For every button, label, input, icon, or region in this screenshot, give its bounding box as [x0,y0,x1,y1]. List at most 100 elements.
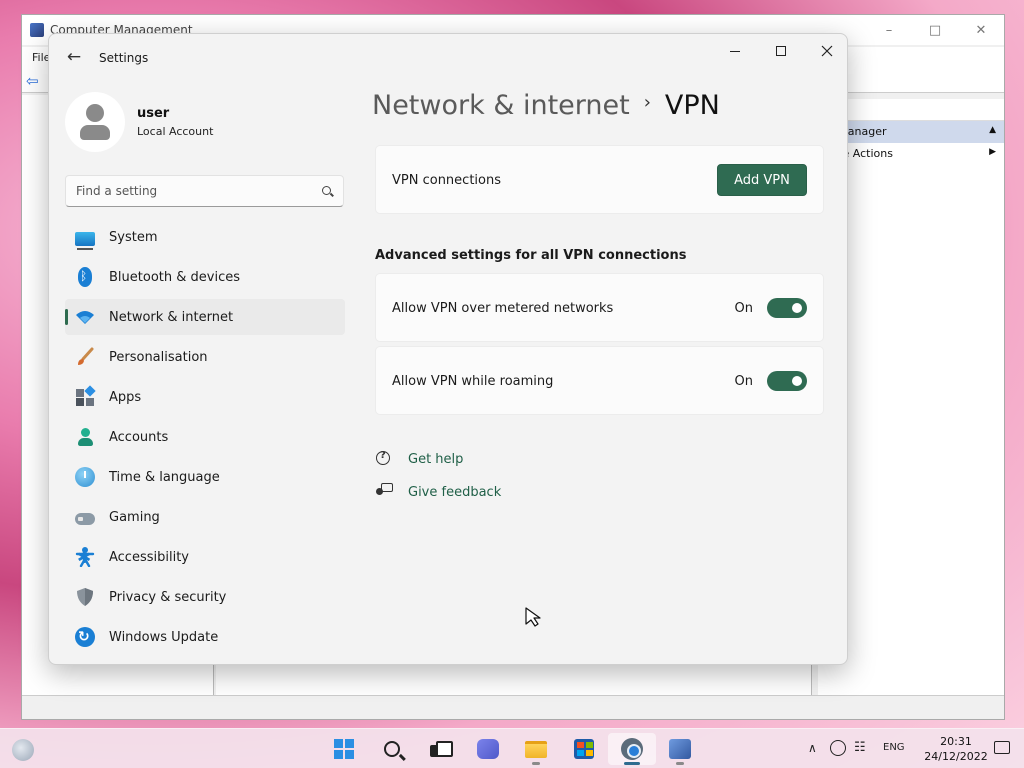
sidebar-item-windows-update[interactable]: Windows Update [65,619,345,655]
user-account-type: Local Account [137,125,214,138]
sidebar-item-time-language[interactable]: Time & language [65,459,345,495]
minimize-icon [730,50,740,52]
sidebar-item-label: Privacy & security [109,589,227,605]
maximize-button[interactable] [758,34,804,68]
cm-back-arrow-icon[interactable]: ⇦ [26,72,44,90]
get-help-link[interactable]: Get help [375,447,463,471]
cm-maximize-button[interactable]: □ [912,15,958,45]
system-icon [75,231,95,250]
clock-date: 24/12/2022 [924,750,988,763]
sidebar-item-apps[interactable]: Apps [65,379,345,415]
minimize-button[interactable] [712,34,758,68]
sidebar-item-label: Accessibility [109,549,189,565]
breadcrumb-chevron-icon: › [643,92,651,113]
sidebar-item-label: Accounts [109,429,169,445]
close-button[interactable] [804,34,847,68]
computer-management-icon [30,23,44,37]
close-icon [821,45,833,57]
give-feedback-link[interactable]: Give feedback [375,480,501,504]
user-name: user [137,106,170,121]
roaming-toggle[interactable] [767,371,807,391]
toggle-knob [792,376,802,386]
language-indicator[interactable]: ENG [883,742,905,753]
network-icon[interactable]: ☷ [854,740,866,755]
windows-logo-icon [334,739,354,759]
sidebar-item-label: Time & language [109,469,220,485]
sidebar-item-network-internet[interactable]: Network & internet [65,299,345,335]
sidebar-item-label: Network & internet [109,309,234,325]
shield-icon [75,587,95,607]
search-icon[interactable] [322,186,331,195]
computer-management-taskbar-button[interactable] [656,733,704,765]
collapse-arrow-icon[interactable]: ▲ [989,125,996,135]
roaming-card: Allow VPN while roaming On [375,346,824,415]
breadcrumb-parent[interactable]: Network & internet [372,90,630,121]
settings-title: Settings [99,51,149,65]
store-icon [574,739,594,759]
taskbar-search-button[interactable] [368,733,416,765]
mouse-cursor-icon [525,607,541,627]
metered-networks-label: Allow VPN over metered networks [392,301,614,316]
widgets-icon[interactable] [12,739,34,761]
vpn-connections-label: VPN connections [392,173,501,188]
metered-networks-state: On [734,301,753,316]
start-button[interactable] [320,733,368,765]
sidebar-item-label: Gaming [109,509,160,525]
task-view-icon [430,741,453,757]
feedback-icon [375,483,393,501]
add-vpn-button[interactable]: Add VPN [717,164,807,196]
chevron-up-icon[interactable]: ∧ [808,741,817,755]
give-feedback-label[interactable]: Give feedback [408,485,501,500]
chat-icon [477,739,499,759]
sidebar-item-label: Bluetooth & devices [109,269,240,285]
settings-titlebar: ← Settings [49,34,847,82]
sidebar-item-bluetooth-devices[interactable]: Bluetooth & devices [65,259,345,295]
computer-management-icon [669,739,691,759]
roaming-label: Allow VPN while roaming [392,374,554,389]
clock-time: 20:31 [940,735,972,748]
notification-icon[interactable] [994,741,1010,754]
submenu-arrow-icon: ▶ [989,147,996,157]
file-explorer-button[interactable] [512,733,560,765]
cm-close-button[interactable]: ✕ [958,15,1004,45]
wifi-icon [75,307,95,327]
search-input[interactable] [66,176,306,206]
sidebar-item-privacy-security[interactable]: Privacy & security [65,579,345,615]
task-view-button[interactable] [416,733,464,765]
apps-icon [75,385,96,407]
metered-networks-toggle[interactable] [767,298,807,318]
search-icon [384,741,400,757]
sidebar-item-gaming[interactable]: Gaming [65,499,345,535]
sidebar-item-personalisation[interactable]: Personalisation [65,339,345,375]
back-arrow-icon[interactable]: ← [65,48,83,66]
sidebar-item-label: Windows Update [109,629,219,645]
store-button[interactable] [560,733,608,765]
search-box[interactable] [65,175,344,207]
metered-networks-card: Allow VPN over metered networks On [375,273,824,342]
sidebar-item-label: System [109,229,158,245]
vpn-connections-card: VPN connections Add VPN [375,145,824,214]
settings-window: ← Settings user Local Account System Blu… [48,33,848,665]
settings-taskbar-button[interactable] [608,733,656,765]
chat-button[interactable] [464,733,512,765]
avatar-body [80,125,110,140]
cm-minimize-button[interactable]: – [866,15,912,45]
sidebar-item-accessibility[interactable]: Accessibility [65,539,345,575]
clock[interactable]: 20:31 24/12/2022 [921,734,991,764]
sidebar-item-system[interactable]: System [65,219,345,255]
bluetooth-icon [78,267,92,287]
advanced-settings-heading: Advanced settings for all VPN connection… [375,248,687,263]
maximize-icon [776,46,786,56]
sidebar-item-accounts[interactable]: Accounts [65,419,345,455]
toggle-knob [792,303,802,313]
globe-icon[interactable] [830,740,846,756]
clock-globe-icon [75,467,95,487]
update-icon [75,627,95,647]
avatar[interactable] [65,92,125,152]
sidebar-nav: System Bluetooth & devices Network & int… [65,219,345,659]
taskbar-apps [320,733,704,765]
accessibility-icon [75,547,95,568]
get-help-label[interactable]: Get help [408,452,463,467]
roaming-state: On [734,374,753,389]
breadcrumb: Network & internet › VPN [372,90,720,121]
